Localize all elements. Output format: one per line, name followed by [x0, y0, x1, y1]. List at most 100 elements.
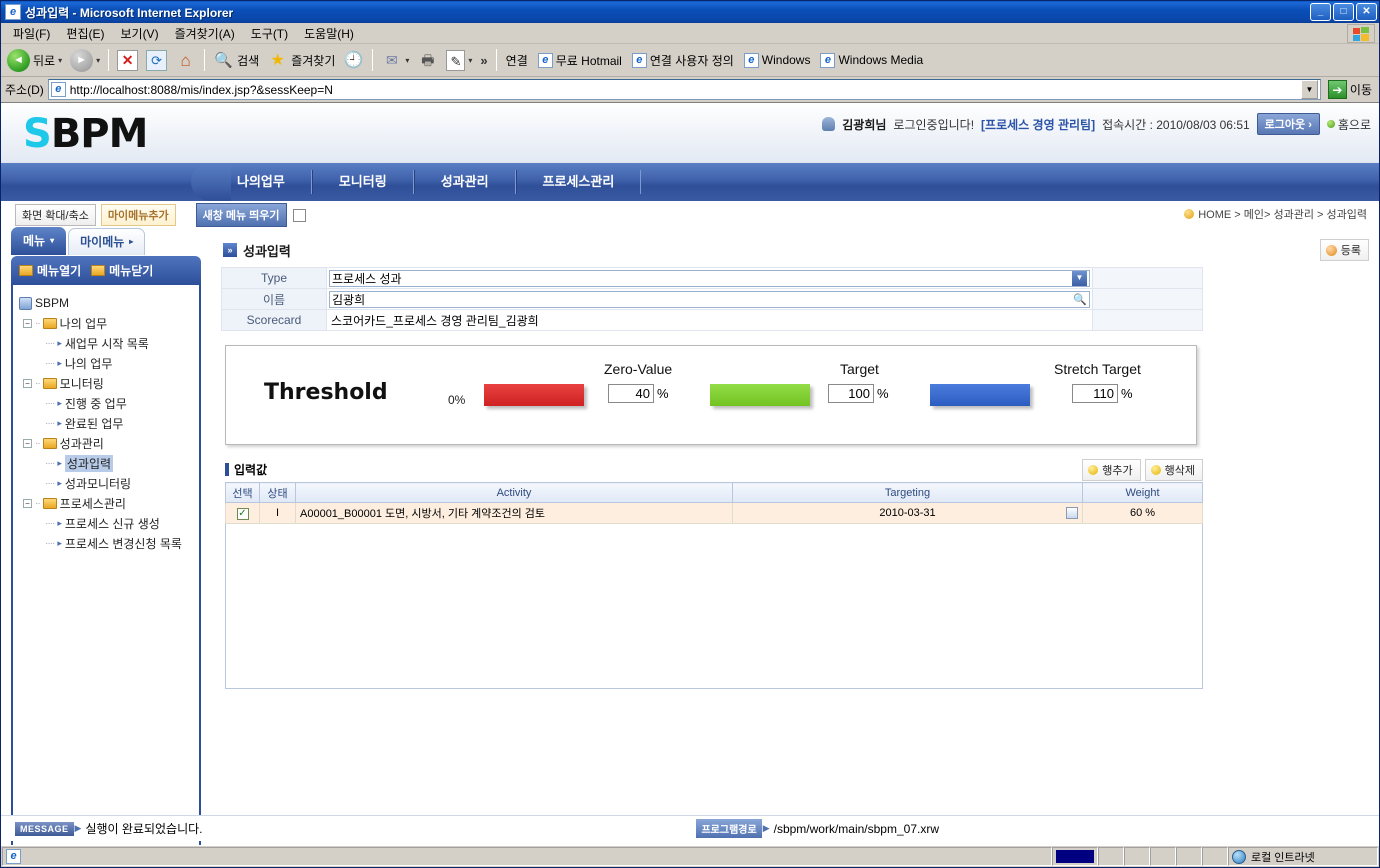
- go-button[interactable]: ➔ 이동: [1325, 79, 1375, 100]
- back-button[interactable]: 뒤로 ▾: [3, 47, 66, 74]
- tab-menu[interactable]: 메뉴 ▾: [11, 227, 67, 255]
- expand-collapse-icon[interactable]: −: [23, 318, 32, 328]
- sidebar-item-10[interactable]: − ·· 프로세스관리: [17, 493, 195, 513]
- search-icon: 🔍: [214, 51, 233, 69]
- close-button[interactable]: ✕: [1356, 3, 1377, 21]
- zero-value-input[interactable]: 40: [608, 384, 654, 403]
- sidebar-item-8[interactable]: ···· ▸ 성과입력: [17, 453, 195, 473]
- mail-chevron-icon[interactable]: ▾: [405, 56, 409, 65]
- nav-item-process[interactable]: 프로세스관리: [515, 170, 642, 194]
- sidebar-item-6[interactable]: ···· ▸ 완료된 업무: [17, 413, 195, 433]
- edit-chevron-icon[interactable]: ▾: [468, 56, 472, 65]
- sidebar-item-12[interactable]: ···· ▸ 프로세스 변경신청 목록: [17, 533, 195, 553]
- form-row-name: 이름 김광희 🔍: [221, 288, 1203, 310]
- sidebar-item-4[interactable]: − ·· 모니터링: [17, 373, 195, 393]
- leaf-arrow-icon: ▸: [57, 357, 62, 368]
- links-label: 연결: [505, 53, 528, 68]
- link-hotmail[interactable]: 무료 Hotmail: [533, 52, 627, 69]
- sidebar-item-0[interactable]: SBPM: [17, 293, 195, 313]
- home-link[interactable]: 홈으로: [1326, 116, 1371, 133]
- sidebar-item-2[interactable]: ···· ▸ 새업무 시작 목록: [17, 333, 195, 353]
- name-input[interactable]: 김광희 🔍: [329, 290, 1090, 308]
- nav-item-my-work[interactable]: 나의업무: [211, 170, 312, 194]
- col-select: 선택: [225, 482, 260, 503]
- chevron-down-icon-type[interactable]: ▼: [1072, 270, 1087, 286]
- status-progress: [1052, 847, 1098, 866]
- forward-button[interactable]: ▾: [66, 47, 104, 74]
- menu-help[interactable]: 도움말(H): [296, 23, 362, 44]
- address-bar: 주소(D) http://localhost:8088/mis/index.js…: [1, 77, 1379, 103]
- add-mymenu-button[interactable]: 마이메뉴추가: [100, 204, 176, 226]
- grid-header-row: 입력값 행추가 행삭제: [225, 459, 1203, 481]
- refresh-button[interactable]: ⟳: [142, 48, 171, 73]
- sidebar-item-label: 모니터링: [59, 376, 104, 391]
- register-label: 등록: [1340, 245, 1361, 257]
- favorites-button[interactable]: ★ 즐겨찾기: [263, 48, 339, 73]
- menu-edit[interactable]: 편집(E): [58, 23, 112, 44]
- link-icon-customize: [631, 52, 647, 68]
- zoom-screen-button[interactable]: 화면 확대/축소: [15, 204, 96, 226]
- calendar-icon[interactable]: [1066, 507, 1078, 519]
- zero-value-label: Zero-Value: [604, 361, 673, 377]
- status-zone[interactable]: 로컬 인트라넷: [1228, 847, 1378, 866]
- logout-button[interactable]: 로그아웃 ›: [1256, 113, 1320, 135]
- tab-mymenu[interactable]: 마이메뉴 ▸: [68, 228, 146, 255]
- stop-button[interactable]: ✕: [113, 48, 142, 73]
- nav-item-performance[interactable]: 성과관리: [413, 170, 516, 194]
- delete-row-button[interactable]: 행삭제: [1144, 459, 1203, 481]
- menu-tools[interactable]: 도구(T): [243, 23, 296, 44]
- menu-favorites[interactable]: 즐겨찾기(A): [167, 23, 243, 44]
- sidebar-item-9[interactable]: ···· ▸ 성과모니터링: [17, 473, 195, 493]
- address-input[interactable]: http://localhost:8088/mis/index.jsp?&ses…: [47, 79, 1321, 100]
- minimize-button[interactable]: _: [1310, 3, 1331, 21]
- link-customize[interactable]: 연결 사용자 정의: [627, 52, 739, 69]
- sidebar-item-5[interactable]: ···· ▸ 진행 중 업무: [17, 393, 195, 413]
- cell-targeting[interactable]: 2010-03-31: [732, 502, 1083, 524]
- toolbar-overflow-button[interactable]: »: [476, 53, 491, 68]
- sidebar-item-1[interactable]: − ·· 나의 업무: [17, 313, 195, 333]
- message-tag: MESSAGE: [15, 821, 74, 836]
- expand-collapse-icon[interactable]: −: [23, 498, 32, 508]
- sidebar-item-3[interactable]: ···· ▸ 나의 업무: [17, 353, 195, 373]
- chevron-down-icon[interactable]: ▾: [58, 56, 62, 65]
- cell-select[interactable]: ✓: [225, 502, 260, 524]
- add-row-button[interactable]: 행추가: [1082, 459, 1141, 481]
- home-button[interactable]: ⌂: [171, 48, 200, 73]
- search-button[interactable]: 🔍 검색: [209, 48, 263, 73]
- expand-collapse-icon[interactable]: −: [23, 438, 32, 448]
- register-button[interactable]: 등록: [1319, 239, 1369, 261]
- sidebar-item-label: 프로세스 변경신청 목록: [64, 536, 182, 551]
- main-navigation: 나의업무 모니터링 성과관리 프로세스관리: [1, 163, 1379, 201]
- edit-button[interactable]: ✎ ▾: [442, 48, 476, 73]
- tree-connector: ····: [45, 477, 55, 489]
- link-windows[interactable]: Windows: [739, 52, 816, 68]
- sidebar-item-7[interactable]: − ·· 성과관리: [17, 433, 195, 453]
- nav-item-monitoring[interactable]: 모니터링: [311, 170, 414, 194]
- open-all-menu-button[interactable]: 메뉴열기: [19, 262, 81, 279]
- new-window-menu-button[interactable]: 새창 메뉴 띄우기: [195, 203, 287, 227]
- row-checkbox[interactable]: ✓: [236, 507, 249, 520]
- folder-icon: [42, 497, 57, 509]
- menu-file[interactable]: 파일(F): [5, 23, 58, 44]
- sidebar-item-11[interactable]: ···· ▸ 프로세스 신규 생성: [17, 513, 195, 533]
- stretch-target-input[interactable]: 110: [1072, 384, 1118, 403]
- history-button[interactable]: 🕘: [339, 48, 368, 73]
- favorites-label: 즐겨찾기: [291, 53, 336, 68]
- new-window-checkbox[interactable]: [292, 208, 306, 222]
- print-button[interactable]: 🖶: [413, 48, 442, 73]
- maximize-button[interactable]: □: [1333, 3, 1354, 21]
- address-dropdown-icon[interactable]: ▼: [1300, 80, 1318, 99]
- search-icon-name[interactable]: 🔍: [1073, 293, 1087, 306]
- table-row[interactable]: ✓ I A00001_B00001 도면, 시방서, 기타 계약조건의 검토 2010…: [225, 502, 1203, 524]
- link-windows-media[interactable]: Windows Media: [815, 52, 928, 68]
- chevron-down-icon-forward[interactable]: ▾: [96, 56, 100, 65]
- type-select[interactable]: 프로세스 성과 ▼: [329, 269, 1090, 287]
- zero-value-field: 40 %: [608, 384, 669, 403]
- target-input[interactable]: 100: [828, 384, 874, 403]
- folder-open-icon: [19, 265, 33, 276]
- menu-view[interactable]: 보기(V): [112, 23, 166, 44]
- expand-collapse-icon[interactable]: −: [23, 378, 32, 388]
- mail-button[interactable]: ✉ ▾: [377, 48, 413, 73]
- close-all-menu-button[interactable]: 메뉴닫기: [91, 262, 153, 279]
- sidebar-item-label: 성과모니터링: [64, 476, 132, 491]
